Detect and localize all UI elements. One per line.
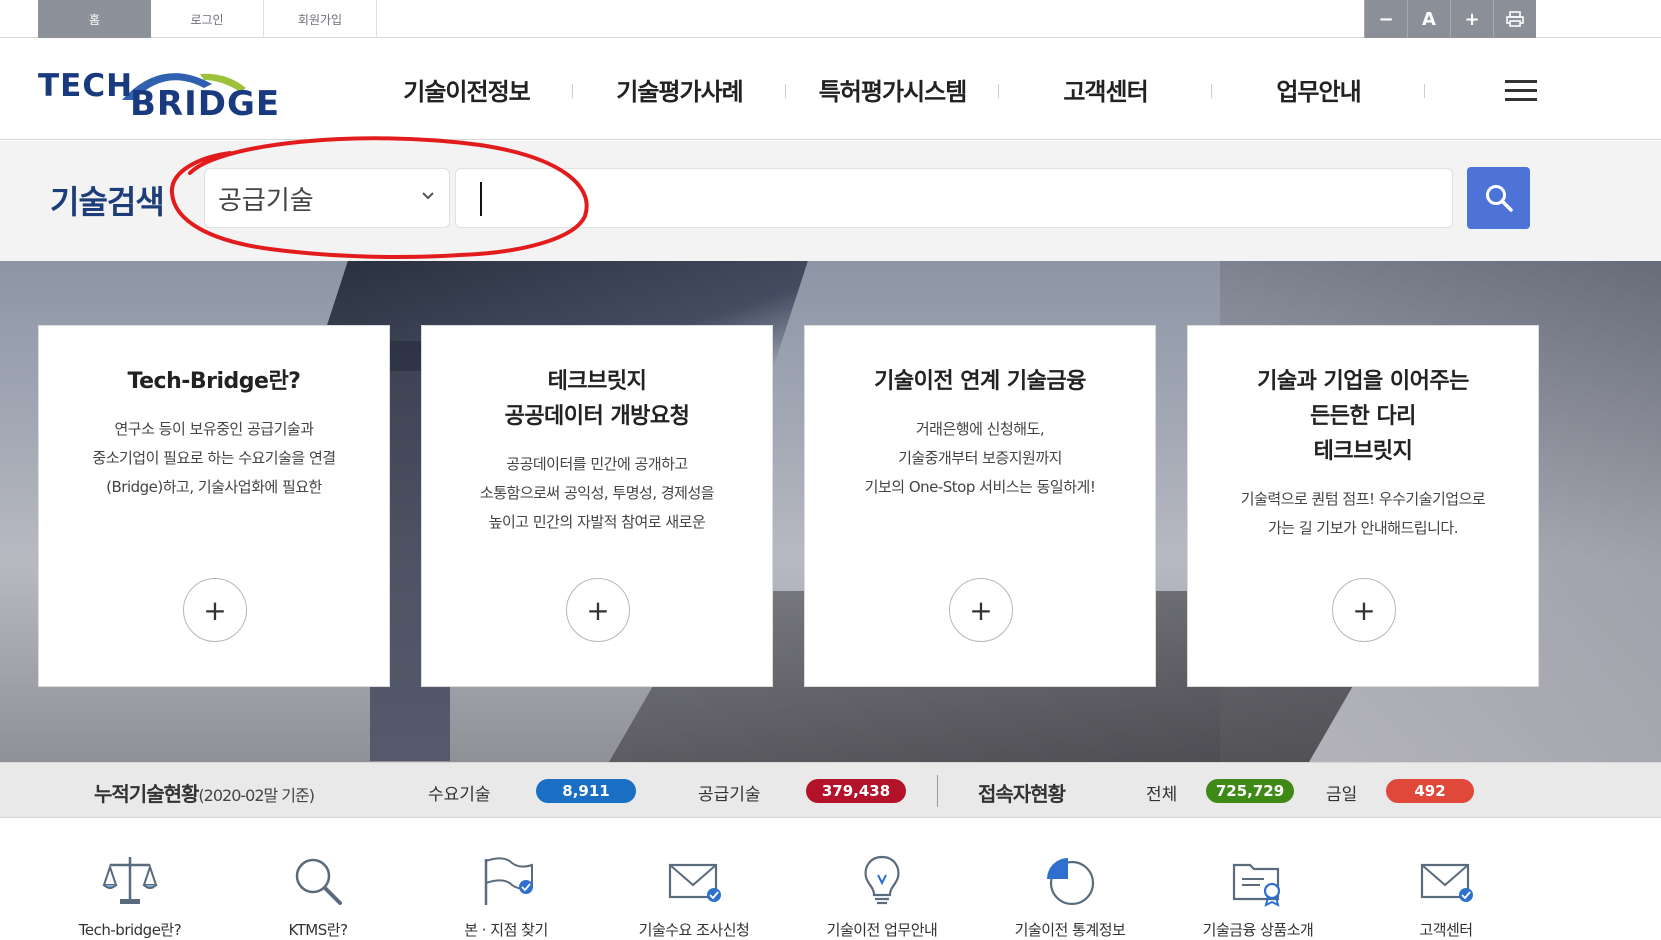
stats-title-text: 누적기술현황: [94, 782, 199, 806]
card-public-data: 테크브릿지 공공데이터 개방요청 공공데이터를 민간에 공개하고 소통함으로써 …: [421, 325, 773, 687]
lightbulb-icon: [864, 855, 900, 905]
visitor-title: 접속자현황: [978, 782, 1066, 806]
nav-customer-center[interactable]: 고객센터: [999, 38, 1212, 140]
nav-tech-evaluation[interactable]: 기술평가사례: [573, 38, 786, 140]
text-cursor: [480, 182, 482, 216]
quick-techbridge[interactable]: Tech-bridge란?: [36, 819, 224, 939]
flag-icon: [484, 857, 533, 905]
card-description: 공공데이터를 민간에 공개하고 소통함으로써 공익성, 투명성, 경제성을 높이…: [479, 455, 715, 531]
quick-transfer-stats[interactable]: 기술이전 통계정보: [976, 819, 1164, 939]
hamburger-menu-icon[interactable]: [1505, 80, 1537, 102]
total-visitors-badge: 725,729: [1206, 779, 1294, 803]
folder-award-icon: [1232, 863, 1281, 907]
card-techbridge-slogan: 기술과 기업을 이어주는 든든한 다리 테크브릿지 기술력으로 퀀텀 점프! 우…: [1187, 325, 1539, 687]
font-reset-button[interactable]: A: [1407, 0, 1450, 38]
print-button[interactable]: [1493, 0, 1536, 38]
quick-branch-finder[interactable]: 본 · 지점 찾기: [412, 819, 600, 939]
card-tech-finance: 기술이전 연계 기술금융 거래은행에 신청해도, 기술중개부터 보증지원까지 기…: [804, 325, 1156, 687]
demand-count-badge[interactable]: 8,911: [536, 779, 636, 803]
quick-label: 기술이전 업무안내: [826, 921, 938, 939]
card-more-button[interactable]: +: [949, 578, 1013, 642]
quick-label: 기술수요 조사신청: [638, 921, 750, 939]
search-type-select[interactable]: 공급기술: [204, 168, 450, 228]
quick-demand-survey[interactable]: 기술수요 조사신청: [600, 819, 788, 939]
today-visitors-badge: 492: [1386, 779, 1474, 803]
card-techbridge-intro: Tech-Bridge란? 연구소 등이 보유중인 공급기술과 중소기업이 필요…: [38, 325, 390, 687]
logo-text-tech: TECH: [38, 68, 134, 104]
search-title: 기술검색: [50, 183, 165, 221]
card-more-button[interactable]: +: [566, 578, 630, 642]
stats-bar: 누적기술현황(2020-02말 기준) 수요기술 8,911 공급기술 379,…: [0, 762, 1661, 818]
header: TECH BRIDGE 기술이전정보 기술평가사례 특허평가시스템 고객센터 업…: [0, 38, 1661, 140]
card-title: 기술이전 연계 기술금융: [874, 369, 1086, 394]
card-description: 기술력으로 퀀텀 점프! 우수기술기업으로 가는 길 기보가 안내해드립니다.: [1240, 490, 1486, 537]
search-section: 기술검색 공급기술: [0, 141, 1661, 261]
quick-finance-products[interactable]: 기술금융 상품소개: [1164, 819, 1352, 939]
stats-subtitle: (2020-02말 기준): [198, 786, 315, 805]
supply-label: 공급기술: [698, 785, 761, 805]
pie-chart-icon: [1047, 858, 1095, 906]
quick-ktms[interactable]: KTMS란?: [224, 819, 412, 939]
utility-bar: 홈 로그인 회원가입 − A +: [0, 0, 1661, 38]
card-more-button[interactable]: +: [1332, 578, 1396, 642]
card-title: Tech-Bridge란?: [127, 369, 301, 394]
quick-label: 기술이전 통계정보: [1014, 921, 1126, 939]
card-title: 테크브릿지 공공데이터 개방요청: [504, 369, 690, 429]
stats-divider: [937, 775, 938, 807]
magnifier-icon: [295, 858, 342, 905]
nav-business-guide[interactable]: 업무안내: [1212, 38, 1425, 140]
quick-menu: Tech-bridge란? KTMS란? 본 · 지점 찾기 기술수요 조사신청: [0, 819, 1661, 939]
card-description: 거래은행에 신청해도, 기술중개부터 보증지원까지 기보의 One-Stop 서…: [864, 420, 1096, 496]
mail-check-icon: [668, 863, 721, 902]
print-icon: [1506, 11, 1524, 27]
login-link[interactable]: 로그인: [151, 0, 264, 38]
logo-text-bridge: BRIDGE: [130, 84, 281, 124]
zoom-out-button[interactable]: −: [1364, 0, 1407, 38]
search-button[interactable]: [1467, 167, 1530, 229]
nav-patent-system[interactable]: 특허평가시스템: [786, 38, 999, 140]
total-visitors-label: 전체: [1146, 785, 1178, 805]
quick-label: Tech-bridge란?: [78, 921, 182, 939]
home-tab[interactable]: 홈: [38, 0, 151, 38]
main-nav: 기술이전정보 기술평가사례 특허평가시스템 고객센터 업무안내: [360, 38, 1425, 140]
mail-icon: [1420, 863, 1473, 902]
quick-label: 기술금융 상품소개: [1202, 921, 1314, 939]
chevron-down-icon: [422, 192, 434, 200]
signup-link[interactable]: 회원가입: [264, 0, 377, 38]
search-icon: [1485, 185, 1513, 212]
card-title: 기술과 기업을 이어주는 든든한 다리 테크브릿지: [1257, 369, 1469, 464]
scales-icon: [102, 857, 158, 904]
stats-title: 누적기술현황(2020-02말 기준): [94, 778, 315, 807]
quick-label: 고객센터: [1419, 921, 1473, 939]
search-input[interactable]: [455, 168, 1453, 228]
today-visitors-label: 금일: [1326, 785, 1358, 805]
quick-transfer-guide[interactable]: 기술이전 업무안내: [788, 819, 976, 939]
supply-count-badge[interactable]: 379,438: [806, 779, 906, 803]
quick-label: KTMS란?: [288, 921, 348, 939]
quick-label: 본 · 지점 찾기: [464, 921, 548, 939]
zoom-in-button[interactable]: +: [1450, 0, 1493, 38]
demand-label: 수요기술: [428, 785, 491, 805]
search-type-value: 공급기술: [218, 185, 314, 216]
nav-tech-transfer[interactable]: 기술이전정보: [360, 38, 573, 140]
techbridge-logo[interactable]: TECH BRIDGE: [38, 64, 279, 124]
card-more-button[interactable]: +: [183, 578, 247, 642]
card-description: 연구소 등이 보유중인 공급기술과 중소기업이 필요로 하는 수요기술을 연결 …: [92, 420, 336, 496]
quick-customer-center[interactable]: 고객센터: [1352, 819, 1540, 939]
